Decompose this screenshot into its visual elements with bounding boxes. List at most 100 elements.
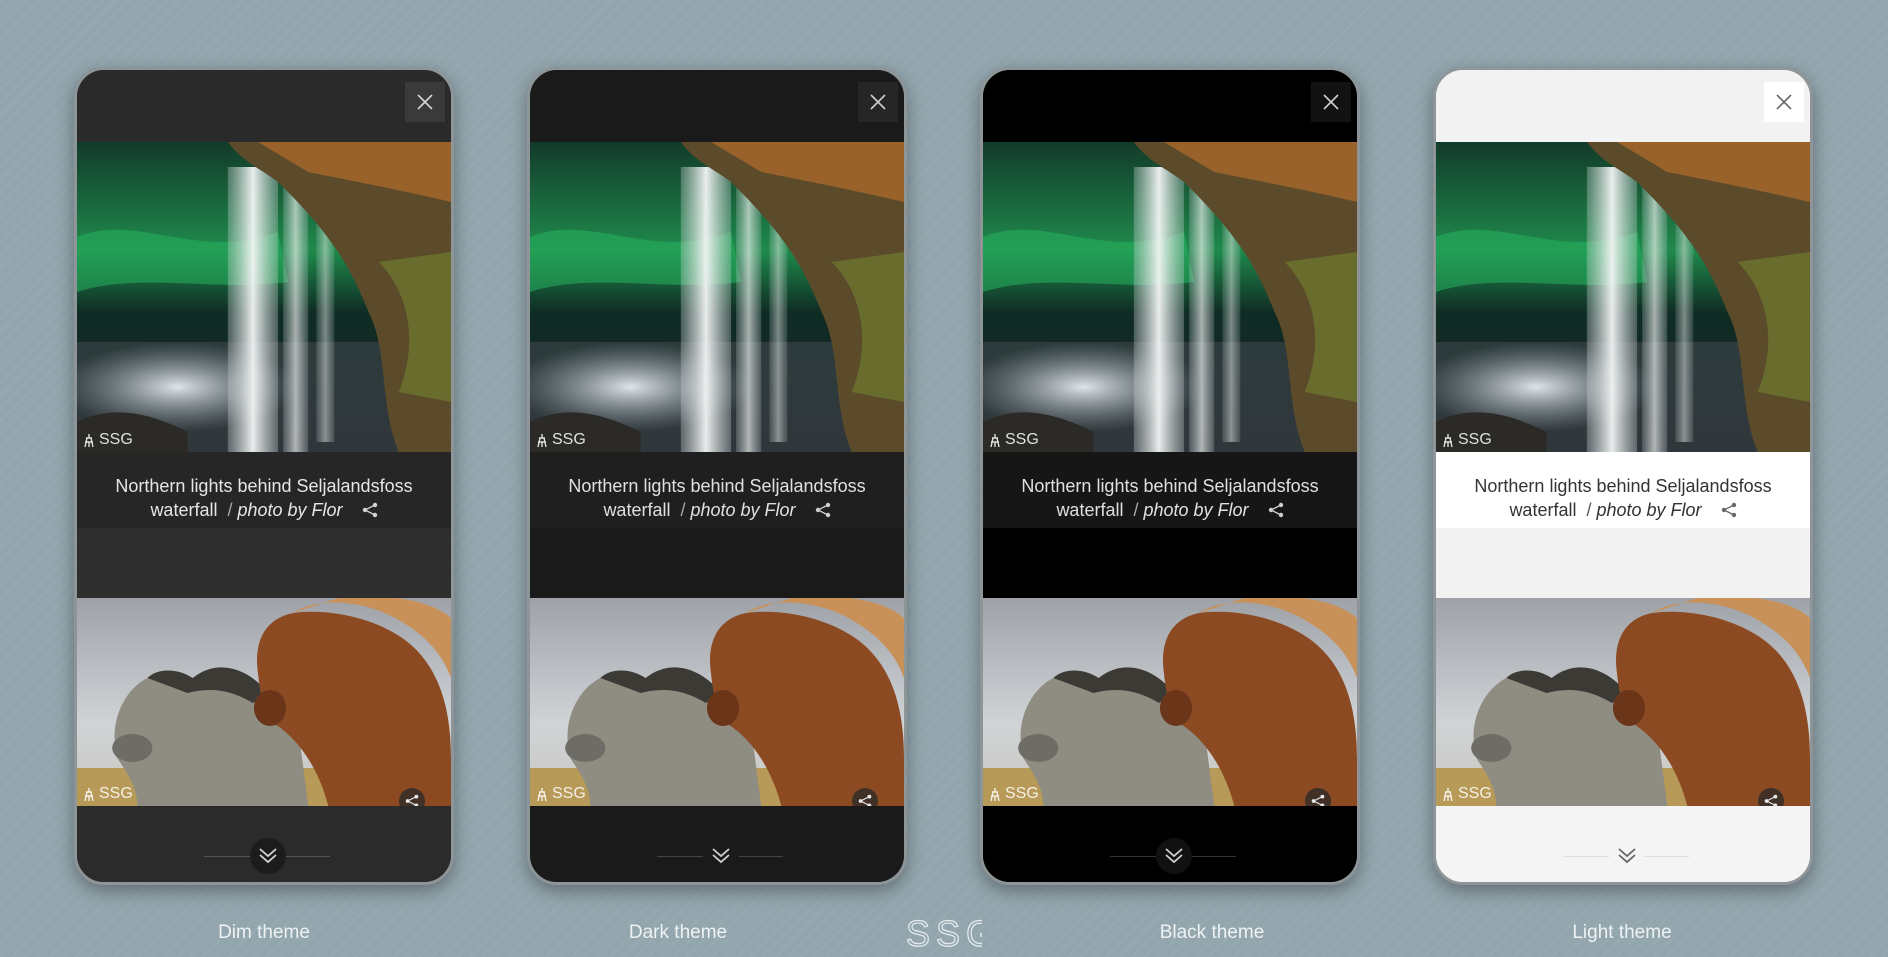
bottom-bar xyxy=(983,806,1357,882)
share-icon xyxy=(1311,794,1325,806)
close-button[interactable] xyxy=(405,82,445,122)
phone-preview-dark-theme: SSG Northern lights behind Seljalandsfos… xyxy=(527,67,907,885)
watermark-text: SSG xyxy=(99,785,133,802)
ssg-logo: SSG xyxy=(905,912,994,957)
waterfall-image xyxy=(983,142,1357,452)
top-bar xyxy=(77,70,451,142)
close-icon xyxy=(1776,94,1792,110)
caption-title-line-1: Northern lights behind Seljalandsfoss xyxy=(1021,476,1319,496)
scroll-down-button[interactable] xyxy=(1156,838,1192,874)
chevron-double-down-icon xyxy=(712,848,730,864)
ssg-logo-mark: SSG xyxy=(905,912,994,954)
watermark: SSG xyxy=(535,431,586,449)
share-icon xyxy=(405,794,419,806)
caption-title-line-2: waterfall xyxy=(1509,500,1577,520)
caption-title-line-2: waterfall xyxy=(603,500,671,520)
watermark: SSG xyxy=(1441,431,1492,449)
horses-image xyxy=(1436,598,1810,806)
caption-credit: photo by Flor xyxy=(1596,500,1702,520)
watermark-text: SSG xyxy=(1458,785,1492,802)
chevron-double-down-icon xyxy=(259,848,277,864)
caption-share-button[interactable] xyxy=(362,500,378,524)
watermark-text: SSG xyxy=(1005,431,1039,448)
photo-horses[interactable]: SSG xyxy=(983,598,1357,806)
caption-title-line-2: waterfall xyxy=(1056,500,1124,520)
watermark: SSG xyxy=(535,785,586,803)
scroll-down-button[interactable] xyxy=(250,838,286,874)
photo-caption: Northern lights behind Seljalandsfoss wa… xyxy=(983,452,1357,528)
close-button[interactable] xyxy=(1311,82,1351,122)
photo-horses[interactable]: SSG xyxy=(530,598,904,806)
ssg-logo-icon xyxy=(537,787,547,801)
watermark-text: SSG xyxy=(1458,431,1492,448)
ssg-logo-icon xyxy=(1443,787,1453,801)
photo-horses[interactable]: SSG xyxy=(77,598,451,806)
close-icon xyxy=(870,94,886,110)
watermark: SSG xyxy=(82,431,133,449)
theme-label: Dark theme xyxy=(628,922,728,943)
caption-title-line-1: Northern lights behind Seljalandsfoss xyxy=(568,476,866,496)
phone-preview-light-theme: SSG Northern lights behind Seljalandsfos… xyxy=(1433,67,1813,885)
caption-credit: photo by Flor xyxy=(690,500,796,520)
photo-caption: Northern lights behind Seljalandsfoss wa… xyxy=(77,452,451,528)
watermark: SSG xyxy=(988,431,1039,449)
chevron-double-down-icon xyxy=(1618,848,1636,864)
chevron-double-down-icon xyxy=(1165,848,1183,864)
watermark-text: SSG xyxy=(552,785,586,802)
photo-northern-lights[interactable]: SSG xyxy=(1436,142,1810,452)
bottom-bar xyxy=(1436,806,1810,882)
caption-separator: / xyxy=(1586,500,1592,520)
caption-share-button[interactable] xyxy=(1268,500,1284,524)
share-icon xyxy=(815,502,830,518)
watermark-text: SSG xyxy=(552,431,586,448)
horses-image xyxy=(530,598,904,806)
watermark-text: SSG xyxy=(99,431,133,448)
photo-northern-lights[interactable]: SSG xyxy=(530,142,904,452)
caption-share-button[interactable] xyxy=(1721,500,1737,524)
share-icon xyxy=(1721,502,1736,518)
caption-credit: photo by Flor xyxy=(237,500,343,520)
waterfall-image xyxy=(1436,142,1810,452)
photo-gap xyxy=(983,528,1357,598)
bottom-bar xyxy=(530,806,904,882)
ssg-logo-icon xyxy=(990,787,1000,801)
scroll-down-button[interactable] xyxy=(703,838,739,874)
photo-gap xyxy=(77,528,451,598)
caption-separator: / xyxy=(1133,500,1139,520)
caption-share-button[interactable] xyxy=(815,500,831,524)
watermark: SSG xyxy=(82,785,133,803)
photo-gap xyxy=(530,528,904,598)
watermark-text: SSG xyxy=(1005,785,1039,802)
share-icon xyxy=(858,794,872,806)
photo-horses[interactable]: SSG xyxy=(1436,598,1810,806)
share-icon xyxy=(1268,502,1283,518)
theme-label: Black theme xyxy=(1159,922,1265,943)
ssg-logo-icon xyxy=(84,433,94,447)
photo-gap xyxy=(1436,528,1810,598)
photo-northern-lights[interactable]: SSG xyxy=(77,142,451,452)
share-icon xyxy=(362,502,377,518)
horses-image xyxy=(77,598,451,806)
bottom-bar xyxy=(77,806,451,882)
phone-preview-dim-theme: SSG Northern lights behind Seljalandsfos… xyxy=(74,67,454,885)
watermark: SSG xyxy=(988,785,1039,803)
scroll-down-button[interactable] xyxy=(1609,838,1645,874)
share-icon xyxy=(1764,794,1778,806)
logo-text: SSG xyxy=(906,914,982,952)
photo-caption: Northern lights behind Seljalandsfoss wa… xyxy=(1436,452,1810,528)
phone-preview-black-theme: SSG Northern lights behind Seljalandsfos… xyxy=(980,67,1360,885)
photo-caption: Northern lights behind Seljalandsfoss wa… xyxy=(530,452,904,528)
caption-title-line-1: Northern lights behind Seljalandsfoss xyxy=(1474,476,1772,496)
close-button[interactable] xyxy=(858,82,898,122)
close-button[interactable] xyxy=(1764,82,1804,122)
caption-title-line-2: waterfall xyxy=(150,500,218,520)
top-bar xyxy=(1436,70,1810,142)
caption-title-line-1: Northern lights behind Seljalandsfoss xyxy=(115,476,413,496)
caption-separator: / xyxy=(680,500,686,520)
ssg-logo-icon xyxy=(537,433,547,447)
photo-northern-lights[interactable]: SSG xyxy=(983,142,1357,452)
ssg-logo-icon xyxy=(1443,433,1453,447)
ssg-logo-icon xyxy=(84,787,94,801)
caption-separator: / xyxy=(227,500,233,520)
close-icon xyxy=(1323,94,1339,110)
